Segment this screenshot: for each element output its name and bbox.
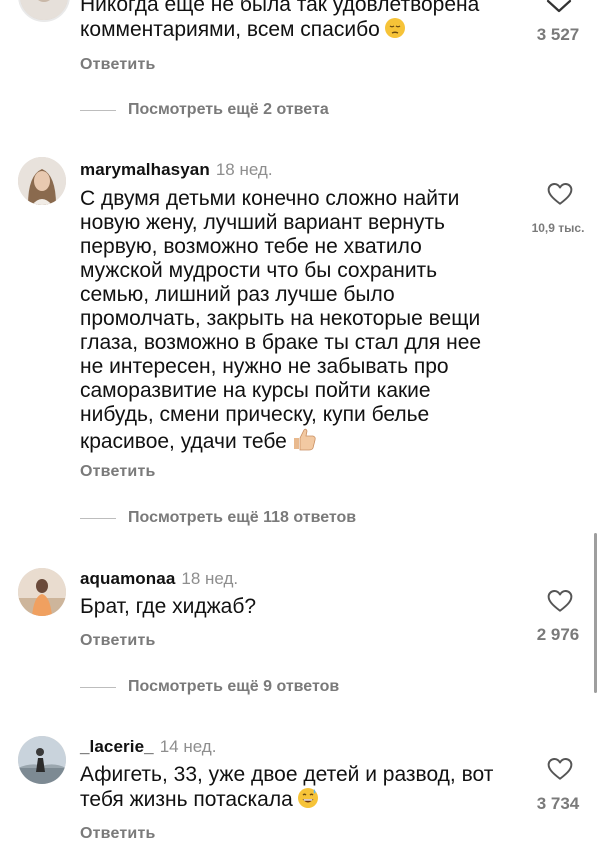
comment-line: промолчать, закрыть на некоторые вещи [80, 307, 481, 330]
comment-line: нибудь, смени прическу, купи белье [80, 403, 430, 426]
divider [80, 518, 116, 519]
like-count: 10,9 тыс. [531, 221, 585, 235]
comment-header: aquamonaa 18 нед. [80, 569, 238, 589]
like-count: 3 734 [536, 794, 580, 813]
pensive-face-emoji [384, 17, 406, 45]
timestamp: 18 нед. [181, 569, 239, 588]
username[interactable]: _lacerie_ [80, 737, 154, 756]
comment-header: _lacerie_ 14 нед. [80, 737, 216, 757]
divider [80, 687, 116, 688]
grinning-sweat-emoji [297, 787, 319, 815]
comment-line: новую жену, лучший вариант вернуть [80, 211, 445, 234]
comment-line: красивое, удачи тебе [80, 427, 481, 457]
view-more-replies-button[interactable]: Посмотреть ещё 118 ответов [128, 509, 356, 527]
comment-line: первую, возможно тебе не хватило [80, 235, 422, 258]
comment-line: Афигеть, 33, уже двое детей и развод, во… [80, 763, 494, 786]
view-more-replies-button[interactable]: Посмотреть ещё 2 ответа [128, 101, 329, 119]
comment-line: семью, лишний раз лучше было [80, 283, 395, 306]
comment-line: тебя жизнь потаскала [80, 787, 493, 815]
like-count: 3 527 [536, 25, 580, 44]
comment-header: marymalhasyan 18 нед. [80, 160, 273, 180]
comment-text: Брат, где хиджаб? [80, 595, 257, 618]
reply-button[interactable]: Ответить [80, 463, 156, 481]
username[interactable]: aquamonaa [80, 569, 175, 588]
chevron-down-icon[interactable] [546, 0, 572, 14]
comment-line: Никогда еще не была так удовлетворена [80, 0, 480, 16]
avatar[interactable] [18, 736, 66, 784]
view-more-replies-button[interactable]: Посмотреть ещё 9 ответов [128, 678, 339, 696]
timestamp: 18 нед. [215, 160, 273, 179]
reply-button[interactable]: Ответить [80, 825, 156, 843]
scrollbar[interactable] [594, 533, 597, 693]
comment-text: С двумя детьми конечно сложно найти нову… [80, 187, 481, 457]
comment-line: комментариями, всем спасибо [80, 17, 479, 45]
like-count: 2 976 [536, 625, 580, 644]
comment-line: мужской мудрости что бы сохранить [80, 259, 438, 282]
username[interactable]: marymalhasyan [80, 160, 210, 179]
comment-line: не интересен, нужно не забывать про [80, 355, 449, 378]
reply-button[interactable]: Ответить [80, 56, 156, 74]
comment-text: Никогда еще не была так удовлетворена ко… [80, 0, 479, 45]
avatar[interactable] [18, 157, 66, 205]
comment-line: глаза, возможно в браке ты стал для нее [80, 331, 482, 354]
divider [80, 110, 116, 111]
heart-outline-icon[interactable] [547, 182, 573, 206]
avatar[interactable] [18, 0, 70, 22]
heart-outline-icon[interactable] [547, 757, 573, 781]
avatar[interactable] [18, 568, 66, 616]
comment-line: С двумя детьми конечно сложно найти [80, 187, 460, 210]
comment-line: саморазвитие на курсы пойти какие [80, 379, 431, 402]
timestamp: 14 нед. [159, 737, 217, 756]
thumbs-up-emoji [291, 427, 317, 457]
heart-outline-icon[interactable] [547, 589, 573, 613]
reply-button[interactable]: Ответить [80, 632, 156, 650]
comment-text: Афигеть, 33, уже двое детей и развод, во… [80, 763, 493, 815]
